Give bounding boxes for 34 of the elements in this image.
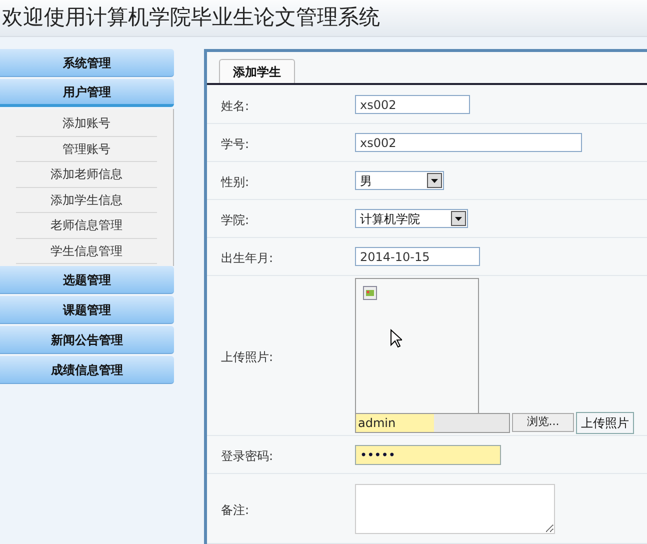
browse-button[interactable]: 浏览... xyxy=(512,413,574,432)
field-label: 姓名: xyxy=(221,98,250,112)
remarks-field[interactable] xyxy=(355,484,555,534)
upload-photo-button[interactable]: 上传照片 xyxy=(576,412,634,434)
field-label: 备注: xyxy=(221,502,250,516)
tab[interactable]: 添加学生 xyxy=(219,59,295,83)
password-field[interactable]: ••••• xyxy=(355,444,501,464)
file-path-field[interactable]: admin xyxy=(355,412,510,432)
sidebar-group[interactable]: 系统管理 xyxy=(0,49,174,77)
field-label: 出生年月: xyxy=(221,250,274,264)
submenu-item[interactable]: 添加账号 xyxy=(16,111,157,136)
field-label: 性别: xyxy=(221,174,250,188)
submenu-item[interactable]: 添加学生信息 xyxy=(16,188,157,213)
sidebar-group[interactable]: 选题管理 xyxy=(0,266,174,294)
field-label: 学院: xyxy=(221,212,250,226)
text-field[interactable]: xs002 xyxy=(355,133,582,152)
sidebar-group[interactable]: 用户管理 xyxy=(0,79,174,107)
cursor-icon xyxy=(390,328,402,348)
submenu-item[interactable]: 添加老师信息 xyxy=(16,162,157,188)
submenu-item[interactable]: 学生信息管理 xyxy=(16,238,157,264)
field-label: 学号: xyxy=(221,136,250,150)
sidebar-group[interactable]: 课题管理 xyxy=(0,296,174,324)
sidebar-group[interactable]: 新闻公告管理 xyxy=(0,326,174,354)
submenu-item[interactable]: 老师信息管理 xyxy=(16,213,157,238)
text-field[interactable]: xs002 xyxy=(355,95,470,114)
field-label: 登录密码: xyxy=(221,448,274,462)
select-field[interactable]: 男 xyxy=(355,171,444,190)
text-field[interactable]: 2014-10-15 xyxy=(355,247,480,266)
broken-image-icon xyxy=(363,286,377,300)
submenu-item[interactable]: 管理账号 xyxy=(16,136,157,162)
system-title: 欢迎使用计算机学院毕业生论文管理系统 xyxy=(2,4,380,32)
select-field[interactable]: 计算机学院 xyxy=(355,209,468,228)
field-label: 上传照片: xyxy=(221,350,274,364)
sidebar-group[interactable]: 成绩信息管理 xyxy=(0,356,174,384)
